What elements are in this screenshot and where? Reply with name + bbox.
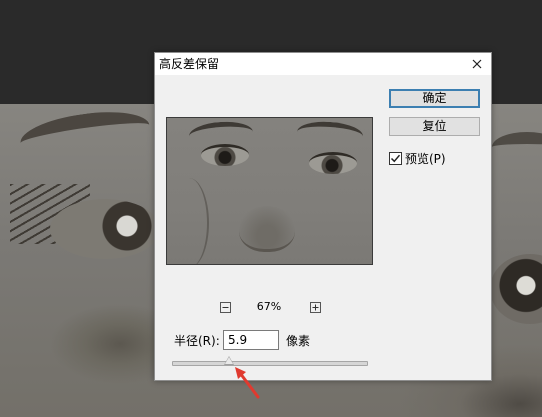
- canvas-eye-right: [490, 254, 542, 324]
- canvas-eye-left: [50, 199, 160, 259]
- preview-eyebrow-right: [296, 119, 364, 149]
- zoom-out-icon: [222, 307, 229, 308]
- preview-cheek-contour: [169, 178, 209, 264]
- preview-checkbox[interactable]: 预览(P): [389, 150, 446, 166]
- close-button[interactable]: [469, 56, 485, 72]
- radius-slider-thumb[interactable]: [223, 356, 234, 365]
- radius-input[interactable]: [223, 330, 279, 350]
- checkmark-icon: [390, 154, 401, 162]
- ok-button[interactable]: 确定: [389, 89, 480, 108]
- preview-eye-right: [309, 152, 357, 174]
- radius-label: 半径(R):: [174, 334, 220, 348]
- reset-button[interactable]: 复位: [389, 117, 480, 136]
- zoom-in-button[interactable]: [310, 302, 321, 313]
- dialog-title: 高反差保留: [159, 57, 220, 71]
- filter-preview[interactable]: [166, 117, 373, 265]
- canvas-eyebrow-right: [492, 132, 542, 162]
- canvas-eyebrow-left: [17, 105, 153, 163]
- preview-checkbox-label: 预览(P): [405, 151, 446, 166]
- zoom-in-icon: [312, 304, 319, 311]
- zoom-out-button[interactable]: [220, 302, 231, 313]
- preview-nose: [239, 206, 295, 252]
- preview-eye-left: [201, 144, 249, 166]
- radius-slider-track[interactable]: [172, 361, 368, 366]
- arrow-up-right-icon: [235, 367, 260, 399]
- high-pass-dialog: 高反差保留 确定 复位 预览(P) 67% 半径(R): 5.9 像素: [154, 52, 492, 381]
- close-icon: [472, 59, 482, 69]
- checkbox-box[interactable]: [389, 151, 402, 165]
- zoom-level: 67%: [256, 300, 282, 313]
- dialog-titlebar[interactable]: 高反差保留: [155, 53, 491, 75]
- radius-unit: 像素: [286, 334, 311, 348]
